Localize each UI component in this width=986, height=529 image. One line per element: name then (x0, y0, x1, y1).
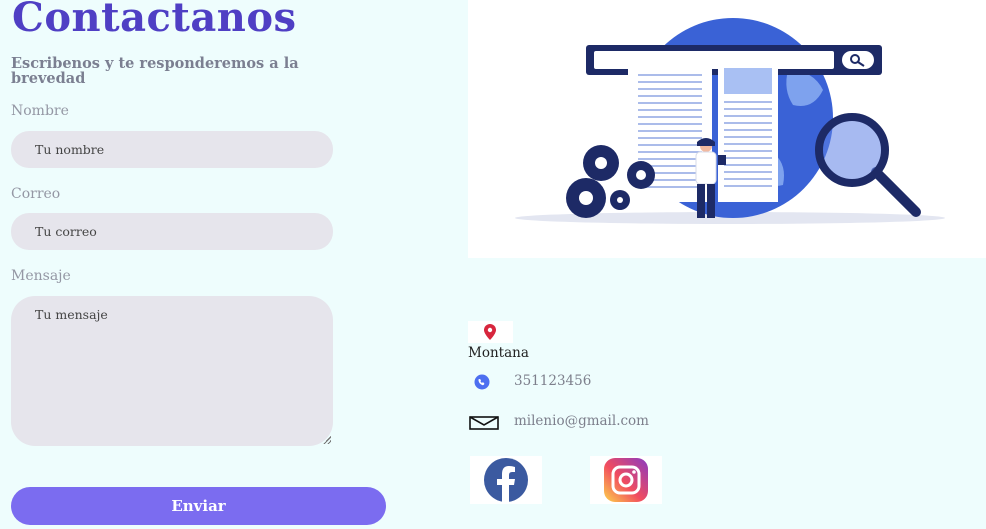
contact-illustration (468, 0, 986, 258)
email-label: Correo (11, 186, 61, 202)
search-globe-illustration (515, 18, 945, 224)
message-textarea[interactable]: Tu mensaje (11, 296, 333, 446)
location-text: Montana (468, 345, 529, 361)
resize-handle[interactable] (323, 436, 331, 444)
name-input[interactable]: Tu nombre (11, 131, 333, 168)
envelope-icon (469, 416, 499, 434)
phone-number[interactable]: 351123456 (514, 373, 591, 389)
instagram-link[interactable] (590, 456, 662, 504)
email-input[interactable]: Tu correo (11, 213, 333, 250)
instagram-icon (604, 458, 648, 502)
page-subtitle: Escribenos y te responderemos a la breve… (11, 55, 299, 87)
facebook-icon (484, 458, 528, 502)
location-pin-icon (468, 321, 513, 343)
page-title: Contactanos (12, 0, 297, 41)
facebook-link[interactable] (470, 456, 542, 504)
email-address[interactable]: milenio@gmail.com (514, 413, 649, 429)
send-button[interactable]: Enviar (11, 487, 386, 525)
name-placeholder: Tu nombre (35, 142, 105, 157)
message-label: Mensaje (11, 268, 71, 284)
phone-icon (470, 374, 494, 394)
name-label: Nombre (11, 103, 69, 119)
email-placeholder: Tu correo (35, 224, 97, 239)
message-placeholder: Tu mensaje (35, 307, 108, 322)
